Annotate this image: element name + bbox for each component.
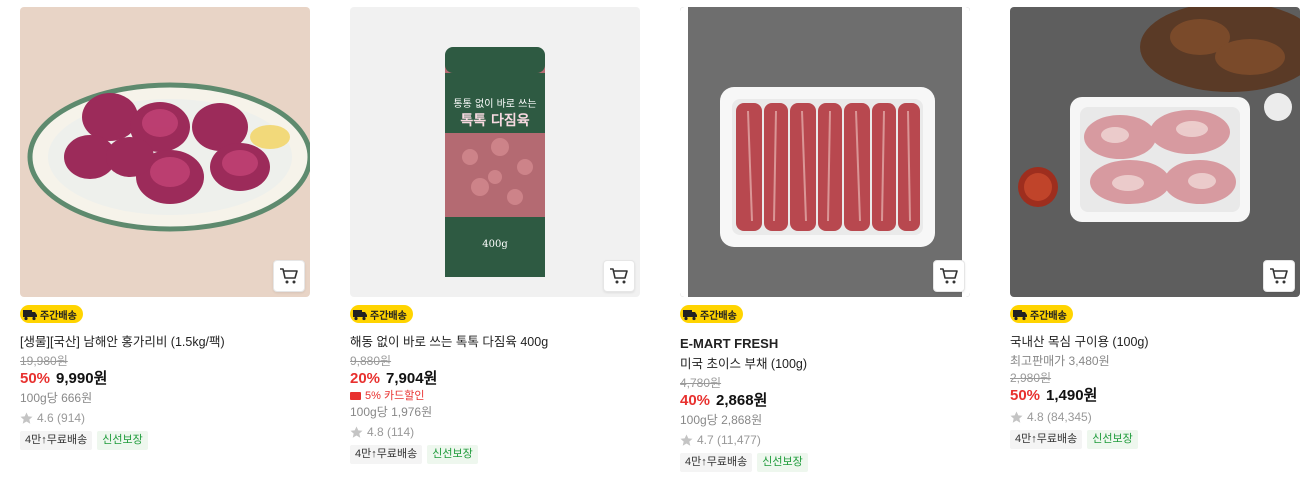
weekly-delivery-badge: 주간배송	[20, 305, 83, 323]
package-text-3: 400g	[482, 239, 508, 250]
ground-meat-canister-image: 통통 없이 바로 쓰는 톡톡 다짐육 400g	[350, 7, 640, 297]
discount-rate: 50%	[20, 370, 51, 387]
rating-score: 4.8	[1027, 410, 1044, 424]
star-icon	[350, 426, 363, 438]
tags: 4만↑무료배송 신선보장	[680, 453, 970, 472]
price-row: 50% 9,990원	[20, 369, 310, 389]
product-image[interactable]	[1010, 7, 1300, 297]
product-card[interactable]: 주간배송 [생물][국산] 남해안 홍가리비 (1.5kg/팩) 19,980원…	[20, 7, 310, 450]
discount-rate: 20%	[350, 370, 381, 387]
fresh-guarantee-tag: 신선보장	[427, 445, 478, 464]
star-icon	[1010, 411, 1023, 423]
cart-icon	[610, 268, 628, 284]
brand-name[interactable]: E-MART FRESH	[680, 335, 970, 353]
star-icon	[20, 412, 33, 424]
rating-score: 4.8	[367, 425, 384, 439]
original-price: 2,980원	[1010, 371, 1052, 385]
sale-price: 9,990원	[56, 370, 108, 387]
badge-label: 주간배송	[1030, 310, 1067, 322]
review-count: (914)	[57, 411, 86, 425]
product-name[interactable]: 미국 초이스 부채 (100g)	[680, 356, 970, 373]
unit-price: 100g당 666원	[20, 391, 93, 405]
rating: 4.7 (11,477)	[680, 431, 970, 449]
review-count: (114)	[387, 425, 415, 439]
review-count: (84,345)	[1047, 410, 1092, 424]
product-card[interactable]: 주간배송 E-MART FRESH 미국 초이스 부채 (100g) 4,780…	[680, 7, 970, 472]
product-card[interactable]: 주간배송 국내산 목심 구이용 (100g) 최고판매가 3,480원 2,98…	[1010, 7, 1300, 449]
product-image[interactable]	[680, 7, 970, 297]
card-icon	[350, 392, 361, 400]
original-price: 9,880원	[350, 354, 392, 368]
fresh-guarantee-tag: 신선보장	[97, 431, 148, 450]
product-name[interactable]: 국내산 목심 구이용 (100g)	[1010, 334, 1300, 351]
rating: 4.8 (114)	[350, 423, 640, 441]
product-card[interactable]: 통통 없이 바로 쓰는 톡톡 다짐육 400g 주간배송 해동 없이 바로 쓰는…	[350, 7, 640, 464]
badge-label: 주간배송	[40, 310, 77, 322]
unit-price: 100g당 2,868원	[680, 413, 763, 427]
scallops-image	[20, 7, 310, 297]
sale-price: 1,490원	[1046, 387, 1098, 404]
add-to-cart-button[interactable]	[933, 260, 965, 292]
weekly-delivery-badge: 주간배송	[1010, 305, 1073, 323]
free-shipping-tag: 4만↑무료배송	[1010, 430, 1083, 449]
free-shipping-tag: 4만↑무료배송	[680, 453, 753, 472]
fresh-guarantee-tag: 신선보장	[1087, 430, 1138, 449]
sale-price: 2,868원	[716, 392, 768, 409]
free-shipping-tag: 4만↑무료배송	[20, 431, 93, 450]
discount-rate: 40%	[680, 392, 711, 409]
price-row: 50% 1,490원	[1010, 386, 1300, 406]
product-name[interactable]: [생물][국산] 남해안 홍가리비 (1.5kg/팩)	[20, 334, 310, 351]
price-row: 20% 7,904원	[350, 369, 640, 389]
beef-tray-image	[680, 7, 970, 297]
add-to-cart-button[interactable]	[273, 260, 305, 292]
badge-label: 주간배송	[370, 310, 407, 322]
cart-icon	[280, 268, 298, 284]
price-row: 40% 2,868원	[680, 391, 970, 411]
truck-icon	[23, 310, 37, 321]
cart-icon	[1270, 268, 1288, 284]
rating: 4.8 (84,345)	[1010, 408, 1300, 426]
product-image[interactable]: 통통 없이 바로 쓰는 톡톡 다짐육 400g	[350, 7, 640, 297]
package-text-2: 톡톡 다짐육	[460, 112, 529, 129]
star-icon	[680, 434, 693, 446]
fresh-guarantee-tag: 신선보장	[757, 453, 808, 472]
truck-icon	[1013, 310, 1027, 321]
best-selling-price: 최고판매가 3,480원	[1010, 354, 1110, 368]
truck-icon	[683, 310, 697, 321]
add-to-cart-button[interactable]	[1263, 260, 1295, 292]
pork-tray-image	[1010, 7, 1300, 297]
cart-icon	[940, 268, 958, 284]
original-price: 19,980원	[20, 354, 68, 368]
product-name[interactable]: 해동 없이 바로 쓰는 톡톡 다짐육 400g	[350, 334, 640, 351]
product-image[interactable]	[20, 7, 310, 297]
package-text-1: 통통 없이 바로 쓰는	[453, 97, 536, 110]
weekly-delivery-badge: 주간배송	[350, 305, 413, 323]
tags: 4만↑무료배송 신선보장	[350, 445, 640, 464]
truck-icon	[353, 310, 367, 321]
card-discount-label: 5% 카드할인	[365, 390, 425, 402]
discount-rate: 50%	[1010, 387, 1041, 404]
free-shipping-tag: 4만↑무료배송	[350, 445, 423, 464]
weekly-delivery-badge: 주간배송	[680, 305, 743, 323]
tags: 4만↑무료배송 신선보장	[1010, 430, 1300, 449]
unit-price: 100g당 1,976원	[350, 405, 433, 419]
sale-price: 7,904원	[386, 370, 438, 387]
rating-score: 4.7	[697, 433, 714, 447]
tags: 4만↑무료배송 신선보장	[20, 431, 310, 450]
add-to-cart-button[interactable]	[603, 260, 635, 292]
badge-label: 주간배송	[700, 310, 737, 322]
rating-score: 4.6	[37, 411, 54, 425]
rating: 4.6 (914)	[20, 409, 310, 427]
original-price: 4,780원	[680, 376, 722, 390]
product-grid: 주간배송 [생물][국산] 남해안 홍가리비 (1.5kg/팩) 19,980원…	[0, 0, 1314, 496]
card-discount: 5% 카드할인	[350, 389, 640, 403]
review-count: (11,477)	[717, 433, 761, 447]
